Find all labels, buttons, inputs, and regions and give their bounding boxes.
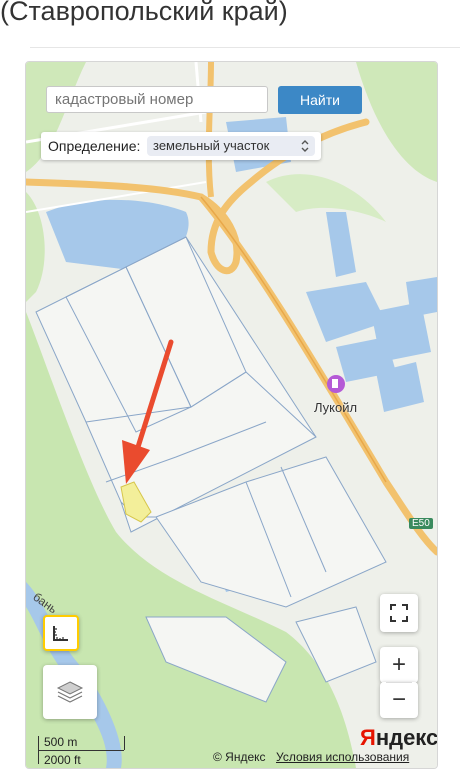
terms-link[interactable]: Условия использования: [276, 750, 409, 764]
divider: [30, 47, 460, 48]
definition-select[interactable]: земельный участок: [147, 136, 315, 156]
fullscreen-icon: [390, 604, 408, 622]
layers-icon: [56, 681, 84, 703]
scale-bar: 500 m 2000 ft: [34, 732, 125, 768]
search-button[interactable]: Найти: [278, 86, 362, 114]
ruler-button[interactable]: [43, 615, 79, 651]
poi-label-lukoil[interactable]: Лукойл: [314, 400, 357, 415]
scale-metric: 500 m: [44, 735, 78, 749]
chevron-updown-icon: [301, 136, 309, 163]
definition-selected: земельный участок: [153, 138, 270, 153]
map-container[interactable]: Найти Определение: земельный участок Лук…: [25, 61, 438, 769]
definition-label: Определение:: [48, 138, 141, 154]
yandex-logo[interactable]: Яндекс: [360, 725, 437, 751]
scale-imperial: 2000 ft: [44, 753, 81, 767]
road-shield-e50: E50: [409, 518, 433, 529]
fullscreen-button[interactable]: [380, 594, 418, 632]
cadastral-search-input[interactable]: [46, 86, 268, 113]
definition-panel: Определение: земельный участок: [41, 132, 321, 160]
copyright-text: © Яндекс: [213, 750, 266, 764]
page-title: (Ставропольский край): [0, 0, 288, 26]
layers-button[interactable]: [43, 665, 97, 719]
zoom-in-button[interactable]: +: [380, 647, 418, 683]
ruler-icon: [53, 626, 68, 641]
zoom-divider: [386, 682, 412, 683]
map-canvas[interactable]: [26, 62, 437, 768]
zoom-out-button[interactable]: −: [380, 682, 418, 718]
